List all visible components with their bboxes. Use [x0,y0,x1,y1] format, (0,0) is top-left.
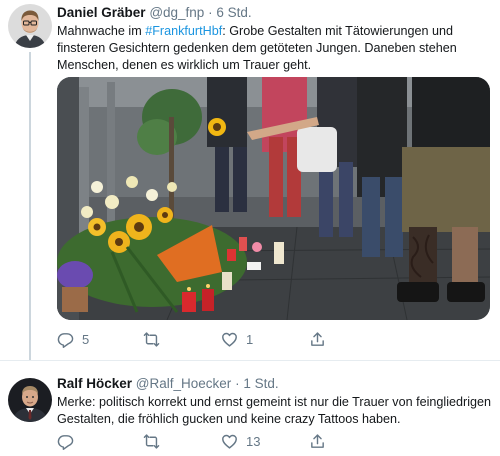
separator-dot: · [235,376,240,391]
share-icon [311,332,324,346]
tweet-timestamp[interactable]: 6 Std. [216,5,251,20]
reply-button[interactable]: 5 [57,331,89,348]
author-handle[interactable]: @dg_fnp [149,5,204,20]
memorial-photo-image [57,77,490,320]
retweet-button[interactable] [143,433,168,450]
reply-icon [57,333,74,348]
share-icon [311,434,324,448]
tweet-actions: 13 [57,433,417,453]
thread-line [29,52,31,360]
reply-count: 5 [82,332,90,347]
tweet-ralf-hoecker[interactable]: Ralf Höcker @Ralf_Hoecker · 1 Std. Merke… [0,360,500,456]
tweet-text: Merke: politisch korrekt und ernst gemei… [57,395,491,426]
tweet-text-part: Mahnwache im [57,24,146,38]
tweet-header: Ralf Höcker @Ralf_Hoecker · 1 Std. [57,376,279,391]
reply-button[interactable] [57,433,82,450]
author-handle[interactable]: @Ralf_Hoecker [136,376,232,391]
like-button[interactable]: 13 [221,433,260,450]
like-button[interactable]: 1 [221,331,253,348]
avatar[interactable] [8,378,52,422]
author-name[interactable]: Daniel Gräber [57,5,146,20]
share-button[interactable] [309,433,334,450]
retweet-icon [143,434,160,449]
tweet-photo[interactable] [57,77,490,320]
retweet-button[interactable] [143,331,168,348]
retweet-icon [143,332,160,347]
tweet-text: Mahnwache im #FrankfurtHbf: Grobe Gestal… [57,23,494,74]
avatar-photo [8,378,52,422]
tweet-actions: 5 1 [57,331,417,351]
heart-icon [222,332,237,347]
tweet-header: Daniel Gräber @dg_fnp · 6 Std. [57,5,252,20]
hashtag-link[interactable]: #FrankfurtHbf [145,24,222,38]
heart-icon [222,434,237,449]
author-name[interactable]: Ralf Höcker [57,376,132,391]
separator-dot: · [208,5,213,20]
like-count: 1 [246,332,254,347]
avatar-photo [8,4,52,48]
reply-icon [57,435,74,450]
share-button[interactable] [309,331,334,348]
like-count: 13 [246,434,261,449]
avatar[interactable] [8,4,52,48]
tweet-timestamp[interactable]: 1 Std. [243,376,278,391]
tweet-daniel-graeber[interactable]: Daniel Gräber @dg_fnp · 6 Std. Mahnwache… [0,0,500,360]
